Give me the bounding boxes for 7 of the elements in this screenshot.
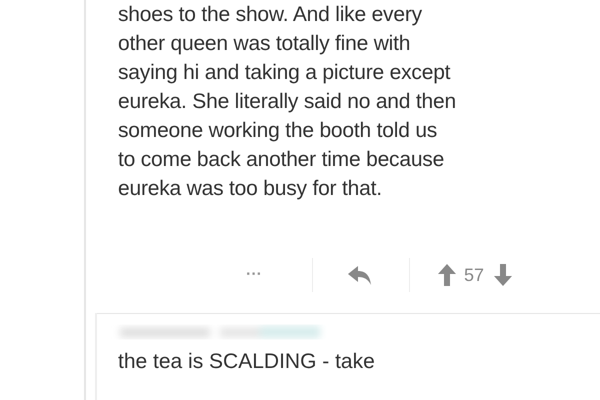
reply-icon[interactable] xyxy=(346,264,373,286)
more-button[interactable]: ··· xyxy=(246,263,262,287)
reply-text: the tea is SCALDING - take xyxy=(118,349,375,375)
upvote-icon[interactable] xyxy=(438,264,456,286)
downvote-icon[interactable] xyxy=(494,264,512,286)
vote-score: 57 xyxy=(464,264,484,286)
comment-text: shoes to the show. And like every other queen was totally fine with saying hi and taking a picture except eureka. She literally said no and then someone working the booth told us to come back another time because eureka was too busy for that. xyxy=(118,2,456,202)
